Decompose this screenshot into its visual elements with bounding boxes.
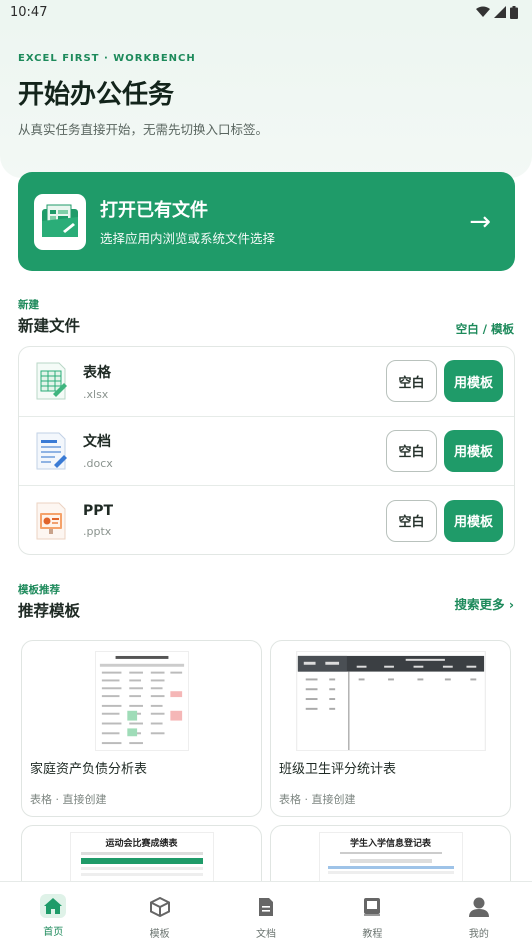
cube-icon	[147, 894, 173, 920]
bottom-nav: 首页 模板 文档 教程 我的	[0, 881, 532, 946]
document-icon	[253, 894, 279, 920]
home-icon	[40, 894, 67, 918]
file-type-name: PPT	[83, 503, 114, 520]
blank-button[interactable]: 空白	[386, 360, 437, 403]
new-file-row-docx[interactable]: 文档 .docx 空白 用模板	[19, 417, 514, 487]
nav-item-documents[interactable]: 文档	[213, 882, 319, 946]
template-card[interactable]: 班级卫生评分统计表 表格 · 直接创建	[270, 640, 511, 817]
book-icon	[359, 894, 385, 920]
file-type-name: 表格	[83, 364, 111, 381]
hero-kicker: EXCEL FIRST · WORKBENCH	[18, 53, 196, 64]
template-title-text: 运动会比赛成绩表	[105, 839, 178, 849]
new-file-row-xlsx[interactable]: 表格 .xlsx 空白 用模板	[19, 347, 514, 417]
nav-item-home[interactable]: 首页	[0, 882, 106, 946]
profile-icon	[466, 894, 492, 920]
file-type-name: 文档	[83, 434, 111, 451]
search-more-link[interactable]: 搜索更多 ›	[454, 594, 514, 613]
presentation-icon	[36, 502, 66, 540]
nav-label: 首页	[43, 927, 64, 938]
nav-item-templates[interactable]: 模板	[106, 882, 212, 946]
use-template-button[interactable]: 用模板	[444, 360, 503, 403]
new-section-title: 新建文件	[18, 317, 81, 335]
blank-button[interactable]: 空白	[386, 499, 437, 542]
template-name: 家庭资产负债分析表	[30, 762, 148, 777]
template-thumbnail	[295, 651, 486, 751]
open-file-title: 打开已有文件	[100, 200, 208, 221]
spreadsheet-icon	[36, 362, 67, 400]
file-type-ext: .pptx	[83, 525, 112, 539]
new-section-kicker: 新建	[18, 299, 39, 311]
arrow-right-icon: →	[469, 206, 491, 237]
open-file-card[interactable]: 打开已有文件 选择应用内浏览或系统文件选择 →	[18, 172, 515, 271]
file-type-ext: .docx	[83, 457, 113, 471]
signal-icon	[494, 6, 506, 18]
new-file-list: 表格 .xlsx 空白 用模板 文档 .docx 空白 用模板 PPT .ppt…	[18, 346, 515, 555]
page-title: 开始办公任务	[18, 80, 175, 110]
open-folder-icon	[34, 193, 86, 250]
blank-template-link[interactable]: 空白 / 模板	[456, 321, 514, 337]
template-name: 班级卫生评分统计表	[279, 762, 397, 777]
open-file-subtitle: 选择应用内浏览或系统文件选择	[100, 231, 276, 246]
wifi-icon	[476, 6, 490, 17]
template-meta: 表格 · 直接创建	[30, 793, 107, 806]
battery-icon	[510, 5, 518, 19]
nav-label: 模板	[149, 929, 170, 940]
new-file-row-pptx[interactable]: PPT .pptx 空白 用模板	[19, 486, 514, 554]
nav-item-profile[interactable]: 我的	[426, 882, 532, 946]
hero-header: EXCEL FIRST · WORKBENCH 开始办公任务 从真实任务直接开始…	[0, 23, 532, 178]
use-template-button[interactable]: 用模板	[444, 499, 503, 542]
template-card[interactable]: 家庭资产负债分析表 表格 · 直接创建	[21, 640, 262, 817]
use-template-button[interactable]: 用模板	[444, 429, 503, 472]
status-time: 10:47	[10, 4, 48, 20]
template-section-kicker: 模板推荐	[18, 584, 60, 596]
nav-label: 教程	[362, 929, 383, 940]
nav-label: 文档	[256, 929, 277, 940]
template-thumbnail	[94, 651, 189, 751]
document-icon	[36, 432, 67, 470]
status-bar: 10:47	[0, 0, 532, 24]
hero-subtitle: 从真实任务直接开始，无需先切换入口标签。	[18, 122, 269, 137]
template-meta: 表格 · 直接创建	[279, 793, 356, 806]
blank-button[interactable]: 空白	[386, 429, 437, 472]
template-section-title: 推荐模板	[18, 602, 81, 620]
nav-item-tutorials[interactable]: 教程	[319, 882, 425, 946]
file-type-ext: .xlsx	[83, 387, 109, 401]
nav-label: 我的	[468, 929, 489, 940]
template-title-text: 学生入学信息登记表	[349, 839, 431, 849]
status-icons	[476, 5, 518, 19]
